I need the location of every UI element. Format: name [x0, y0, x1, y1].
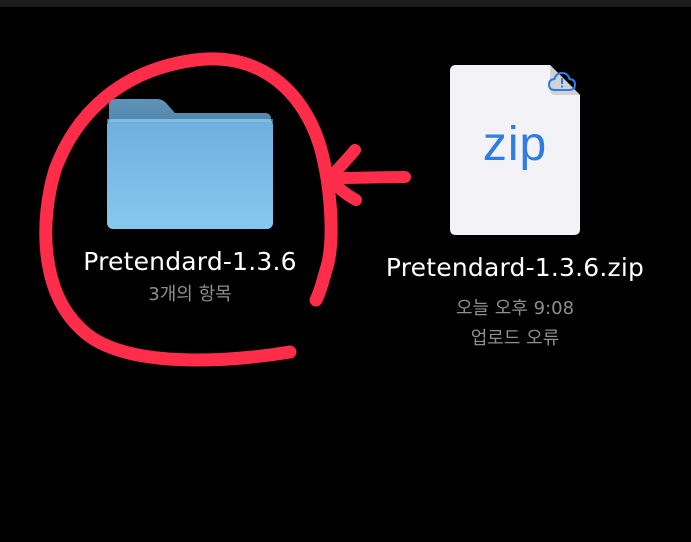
file-item-folder[interactable]: Pretendard-1.3.6 3개의 항목 [40, 95, 340, 310]
file-item-zip[interactable]: zip Pretendard-1.3.6.zip 오늘 오후 9:08 업로드 … [365, 65, 665, 354]
zip-icon-label: zip [482, 118, 548, 171]
zip-name-label: Pretendard-1.3.6.zip [385, 253, 645, 282]
folder-name-label: Pretendard-1.3.6 [83, 247, 297, 276]
zip-file-icon: zip [450, 65, 580, 235]
zip-upload-status: 업로드 오류 [470, 328, 560, 349]
folder-icon [107, 99, 273, 229]
cloud-alert-icon [548, 71, 576, 91]
folder-item-count: 3개의 항목 [148, 284, 232, 305]
zip-modified-time: 오늘 오후 9:08 [455, 298, 575, 319]
top-status-bar [0, 0, 691, 7]
